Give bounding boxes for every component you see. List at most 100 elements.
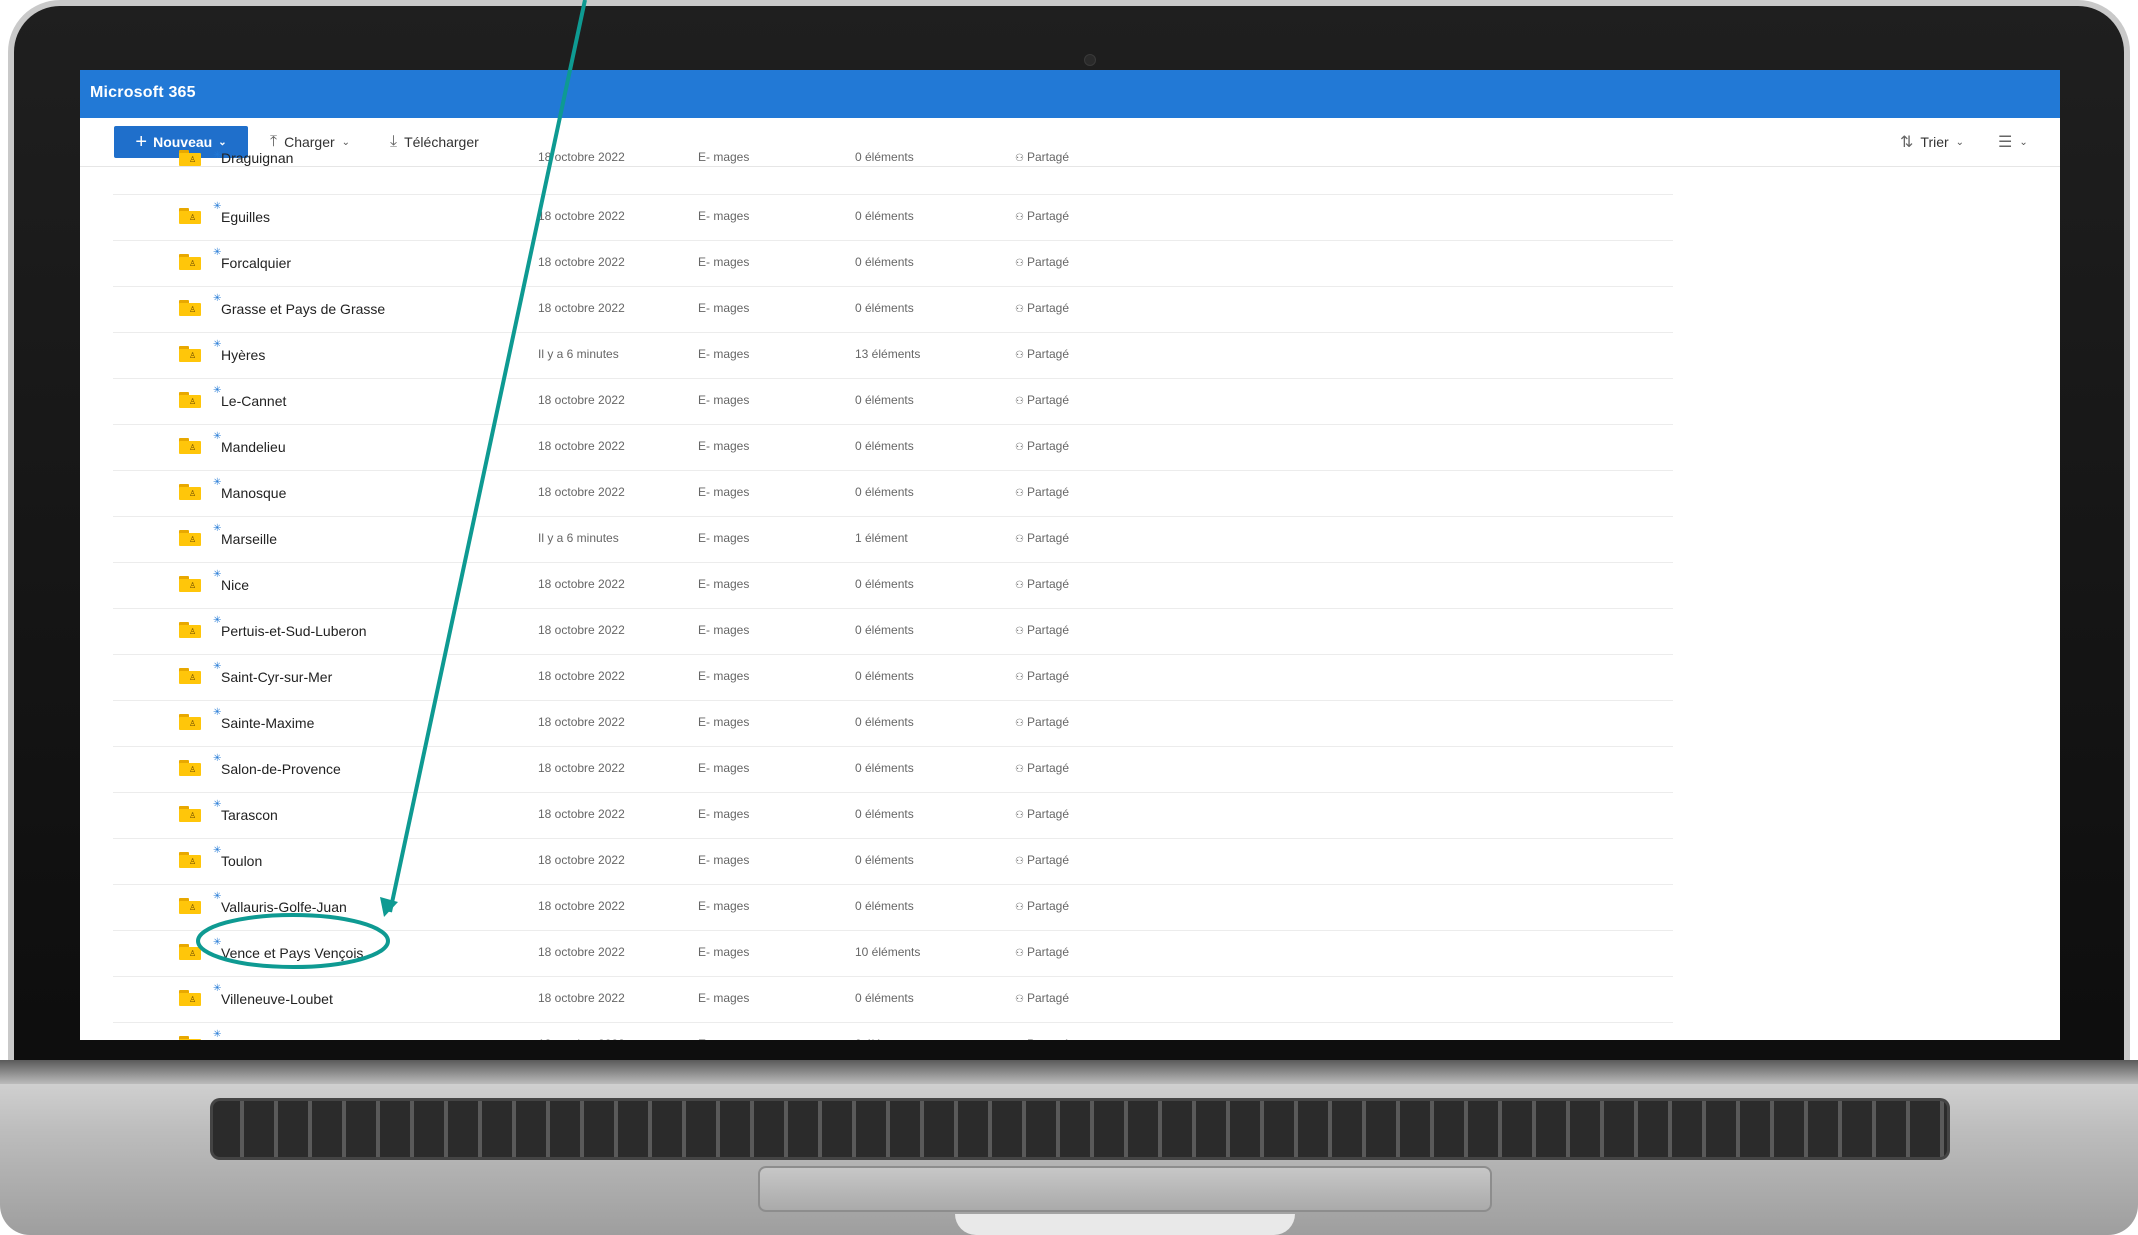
folder-row[interactable]: ♙ ✳ Saint-Cyr-sur-Mer 18 octobre 2022 E- mag… (113, 655, 1673, 701)
item-count: 0 éléments (855, 301, 914, 315)
shared-people-icon: ⚇ (1015, 442, 1024, 453)
shared-people-icon: ⚇ (1015, 994, 1024, 1005)
folder-name[interactable]: Tarascon (221, 807, 278, 823)
folder-name[interactable]: Vence et Pays Vençois (221, 945, 363, 961)
modified-by: E- mages (698, 439, 750, 453)
sharing-status: ⚇Partagé (1015, 945, 1069, 959)
folder-row[interactable]: ♙ ✳ Eguilles 18 octobre 2022 E- mages 0 éléme… (113, 195, 1673, 241)
folder-name[interactable]: Marseille (221, 531, 277, 547)
shared-people-icon: ⚇ (1015, 764, 1024, 775)
sharing-status: ⚇Partagé (1015, 255, 1069, 269)
modified-by: E- mages (698, 761, 750, 775)
sharing-label: Partagé (1026, 150, 1069, 164)
sharing-label: Partagé (1026, 347, 1069, 361)
folder-name[interactable]: Le-Cannet (221, 393, 286, 409)
folder-name[interactable]: Manosque (221, 485, 286, 501)
folder-row[interactable]: ♙ ✳ Sainte-Maxime 18 octobre 2022 E- mages 0 … (113, 701, 1673, 747)
view-options-button[interactable]: ☰ ⌄ (1998, 126, 2028, 158)
sharing-status: ⚇Partagé (1015, 1037, 1069, 1040)
app-title[interactable]: Microsoft 365 (90, 84, 196, 102)
folder-name[interactable]: Toulon (221, 853, 262, 869)
folder-row[interactable]: ♙ ✳ Tarascon 18 octobre 2022 E- mages 0 éléme… (113, 793, 1673, 839)
item-count: 0 éléments (855, 853, 914, 867)
modified-by: E- mages (698, 853, 750, 867)
folder-row[interactable]: ♙ ✳ Marseille Il y a 6 minutes E- mages 1 élé… (113, 517, 1673, 563)
shared-folder-icon: ♙ (179, 150, 201, 166)
folder-row[interactable]: ♙ ✳ Salon-de-Provence 18 octobre 2022 E- mag… (113, 747, 1673, 793)
folder-row[interactable]: ♙✳Vitrolles18 octobre 2022E- mages0 élém… (113, 1023, 1673, 1040)
sharing-label: Partagé (1026, 991, 1069, 1005)
shared-folder-icon: ♙ (179, 622, 201, 638)
folder-name[interactable]: Pertuis-et-Sud-Luberon (221, 623, 367, 639)
plus-icon: + (135, 131, 148, 153)
sort-button[interactable]: ⇅ Trier ⌄ (1900, 126, 1964, 158)
folder-name[interactable]: Vitrolles (221, 1037, 271, 1040)
folder-name[interactable]: Vallauris-Golfe-Juan (221, 899, 347, 915)
modified-date: 18 octobre 2022 (538, 991, 625, 1005)
folder-name[interactable]: Mandelieu (221, 439, 286, 455)
modified-by: E- mages (698, 807, 750, 821)
folder-name[interactable]: Hyères (221, 347, 265, 363)
shared-folder-icon: ♙ (179, 990, 201, 1006)
item-count: 0 éléments (855, 393, 914, 407)
folder-name[interactable]: Draguignan (221, 150, 293, 166)
folder-row[interactable]: ♙ ✳ Pertuis-et-Sud-Luberon 18 octobre 2022 E… (113, 609, 1673, 655)
modified-by: E- mages (698, 255, 750, 269)
folder-row[interactable]: ♙ ✳ Hyères Il y a 6 minutes E- mages 13 éléme… (113, 333, 1673, 379)
modified-date: 18 octobre 2022 (538, 761, 625, 775)
folder-row[interactable]: ♙ ✳ Manosque 18 octobre 2022 E- mages 0 éléme… (113, 471, 1673, 517)
sharing-status: ⚇Partagé (1015, 301, 1069, 315)
folder-row[interactable]: ♙ ✳ Mandelieu 18 octobre 2022 E- mages 0 élém… (113, 425, 1673, 471)
laptop-notch (955, 1214, 1295, 1235)
modified-date: 18 octobre 2022 (538, 150, 625, 164)
shared-people-icon: ⚇ (1015, 580, 1024, 591)
shared-people-icon: ⚇ (1015, 810, 1024, 821)
modified-date: 18 octobre 2022 (538, 255, 625, 269)
shared-people-icon: ⚇ (1015, 902, 1024, 913)
sort-icon: ⇅ (1900, 134, 1914, 151)
folder-name[interactable]: Salon-de-Provence (221, 761, 341, 777)
sharing-status: ⚇Partagé (1015, 899, 1069, 913)
folder-row[interactable]: ♙ ✳ Draguignan 18 octobre 2022 E- mages 0 élé… (113, 150, 1673, 195)
shared-folder-icon: ♙ (179, 714, 201, 730)
sharing-status: ⚇Partagé (1015, 669, 1069, 683)
shared-people-icon: ⚇ (1015, 534, 1024, 545)
item-count: 0 éléments (855, 255, 914, 269)
folder-name[interactable]: Eguilles (221, 209, 270, 225)
sharing-status: ⚇Partagé (1015, 209, 1069, 223)
modified-by: E- mages (698, 669, 750, 683)
folder-row[interactable]: ♙ ✳ Le-Cannet 18 octobre 2022 E- mages 0 élém… (113, 379, 1673, 425)
download-label: Télécharger (404, 134, 479, 150)
download-button[interactable]: ⤓ Télécharger (390, 126, 479, 158)
folder-name[interactable]: Sainte-Maxime (221, 715, 314, 731)
folder-name[interactable]: Nice (221, 577, 249, 593)
shared-folder-icon: ♙ (179, 1036, 201, 1040)
folder-name[interactable]: Villeneuve-Loubet (221, 991, 333, 1007)
shared-folder-icon: ♙ (179, 392, 201, 408)
modified-by: E- mages (698, 577, 750, 591)
modified-by: E- mages (698, 301, 750, 315)
folder-row[interactable]: ♙ ✳ Forcalquier 18 octobre 2022 E- mages 0 él… (113, 241, 1673, 287)
folder-row[interactable]: ♙ ✳ Villeneuve-Loubet 18 octobre 2022 E- mag… (113, 977, 1673, 1023)
modified-date: 18 octobre 2022 (538, 945, 625, 959)
modified-date: 18 octobre 2022 (538, 577, 625, 591)
sharing-status: ⚇Partagé (1015, 393, 1069, 407)
folder-name[interactable]: Saint-Cyr-sur-Mer (221, 669, 332, 685)
folder-name[interactable]: Forcalquier (221, 255, 291, 271)
sharing-label: Partagé (1026, 393, 1069, 407)
shared-folder-icon: ♙ (179, 530, 201, 546)
shared-people-icon: ⚇ (1015, 304, 1024, 315)
sharing-label: Partagé (1026, 255, 1069, 269)
folder-row[interactable]: ♙ ✳ Vallauris-Golfe-Juan 18 octobre 2022 E- … (113, 885, 1673, 931)
folder-row[interactable]: ♙ ✳ Nice 18 octobre 2022 E- mages 0 éléments ⚇… (113, 563, 1673, 609)
item-count: 0 éléments (855, 715, 914, 729)
shared-people-icon: ⚇ (1015, 350, 1024, 361)
shared-folder-icon: ♙ (179, 254, 201, 270)
chevron-down-icon: ⌄ (341, 136, 351, 148)
folder-list: ♙ ✳ Draguignan 18 octobre 2022 E- mages 0 élé… (113, 150, 1673, 1040)
folder-row[interactable]: ♙ ✳ Vence et Pays Vençois 18 octobre 2022 E-… (113, 931, 1673, 977)
sharing-status: ⚇Partagé (1015, 991, 1069, 1005)
folder-row[interactable]: ♙ ✳ Grasse et Pays de Grasse 18 octobre 202… (113, 287, 1673, 333)
folder-row[interactable]: ♙ ✳ Toulon 18 octobre 2022 E- mages 0 élément… (113, 839, 1673, 885)
folder-name[interactable]: Grasse et Pays de Grasse (221, 301, 385, 317)
